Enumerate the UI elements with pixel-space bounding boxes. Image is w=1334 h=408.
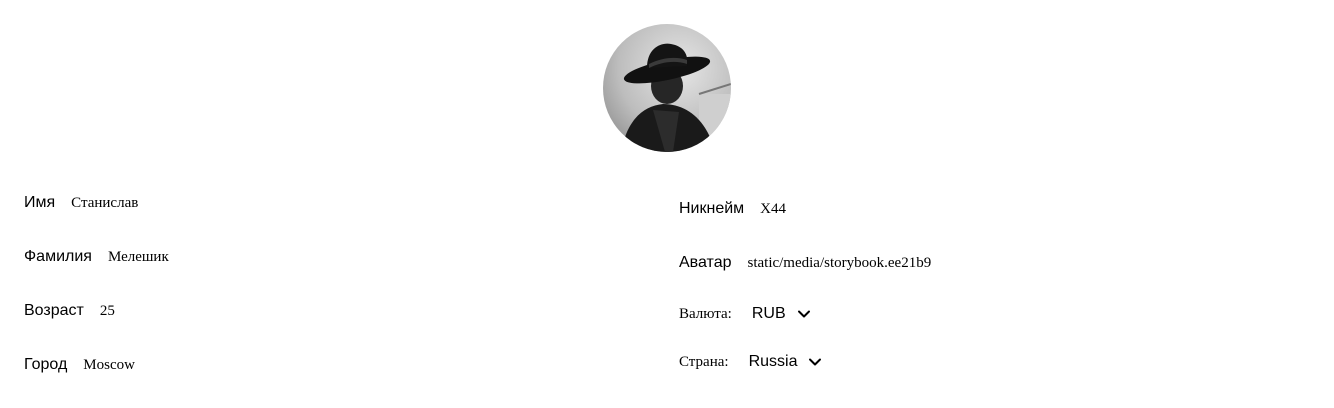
first-name-label: Имя [24, 194, 56, 211]
country-label: Страна: [679, 353, 729, 370]
currency-selected-value: RUB [751, 305, 786, 322]
chevron-down-icon [807, 354, 823, 370]
country-selected-value: Russia [748, 353, 798, 370]
nickname-input[interactable] [760, 200, 881, 218]
country-select[interactable]: Russia [749, 353, 824, 371]
last-name-label: Фамилия [24, 248, 92, 265]
avatar-url-field: Аватар [679, 251, 944, 275]
age-input[interactable] [99, 302, 160, 320]
age-field: Возраст [24, 299, 160, 323]
avatar-image [603, 24, 731, 152]
currency-field: Валюта: RUB [679, 302, 812, 326]
avatar-url-input[interactable] [747, 254, 944, 272]
city-field: Город [24, 353, 204, 377]
last-name-field: Фамилия [24, 245, 228, 269]
first-name-field: Имя [24, 191, 192, 215]
age-label: Возраст [24, 302, 84, 319]
currency-label: Валюта: [679, 305, 732, 322]
avatar-url-label: Аватар [679, 254, 732, 271]
country-field: Страна: Russia [679, 350, 823, 374]
first-name-input[interactable] [71, 194, 192, 212]
last-name-input[interactable] [107, 248, 228, 266]
city-input[interactable] [83, 356, 204, 374]
chevron-down-icon [796, 306, 812, 322]
nickname-field: Никнейм [679, 197, 881, 221]
currency-select[interactable]: RUB [752, 305, 812, 323]
city-label: Город [24, 356, 68, 373]
avatar [603, 24, 731, 152]
nickname-label: Никнейм [679, 200, 745, 217]
